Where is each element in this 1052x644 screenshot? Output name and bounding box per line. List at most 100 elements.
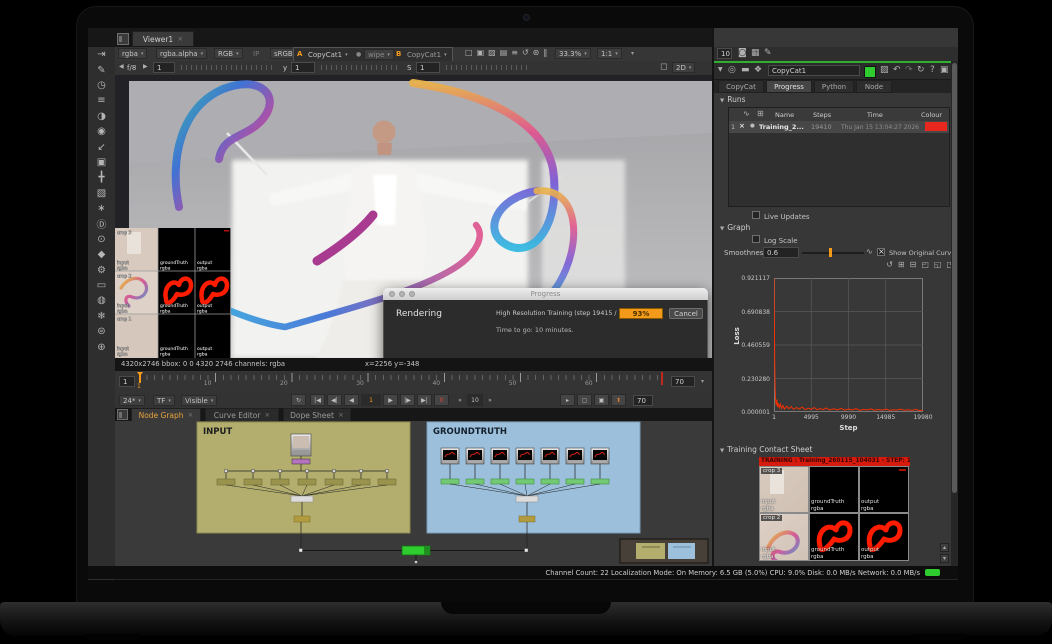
- live-updates-checkbox[interactable]: Live Updates: [752, 211, 810, 221]
- viewer-tool-icon-5[interactable]: ↺: [522, 49, 529, 57]
- zoom-in-icon[interactable]: ⊞: [898, 261, 905, 269]
- sparkles-icon[interactable]: ❄: [88, 309, 115, 324]
- fps-dropdown[interactable]: 24*▾: [119, 395, 145, 406]
- tab-node[interactable]: Node: [856, 80, 892, 93]
- frame-y-icon[interactable]: ◱: [934, 261, 942, 269]
- contact-sheet-section-header[interactable]: ▼Training Contact Sheet: [720, 445, 812, 454]
- redo-icon[interactable]: ↷: [905, 66, 913, 75]
- decrement-button[interactable]: «: [455, 394, 465, 406]
- time-icon[interactable]: ◷: [88, 78, 115, 93]
- run-colour-swatch[interactable]: [925, 122, 947, 131]
- saturation-value[interactable]: 1: [416, 62, 440, 73]
- gain-slider[interactable]: [181, 65, 276, 70]
- smoothness-field[interactable]: 0.6: [763, 247, 799, 258]
- log-scale-checkbox[interactable]: Log Scale: [752, 235, 798, 245]
- window-close-button[interactable]: [389, 291, 395, 297]
- max-panels-field[interactable]: 10: [717, 48, 732, 59]
- viewer-tool-icon-7[interactable]: ‖: [543, 49, 547, 57]
- runs-section-header[interactable]: ▼Runs: [720, 95, 746, 104]
- increment-button[interactable]: »: [485, 394, 495, 406]
- input-b-dropdown[interactable]: CopyCat1▾: [404, 49, 450, 60]
- reset-zoom-icon[interactable]: ↺: [886, 261, 893, 269]
- alpha-dropdown[interactable]: rgba.alpha▾: [156, 48, 207, 59]
- tab-python[interactable]: Python: [814, 80, 854, 93]
- proxy-dropdown[interactable]: 1:1▾: [597, 48, 622, 59]
- collapse-icon[interactable]: ▼: [718, 67, 723, 73]
- channel-icon[interactable]: ≡: [88, 93, 115, 108]
- current-frame-field[interactable]: 1: [361, 394, 381, 406]
- stop-button[interactable]: 0: [434, 394, 449, 406]
- tab-viewer1[interactable]: Viewer1 ×: [132, 31, 194, 46]
- viewer-tool-icon-0[interactable]: □: [465, 49, 473, 57]
- delete-run-icon[interactable]: ×: [739, 122, 745, 130]
- exposure-prev-button[interactable]: ◀: [119, 64, 124, 70]
- revert-icon[interactable]: ↻: [917, 66, 925, 75]
- help-icon[interactable]: ?: [930, 66, 935, 75]
- node-color-swatch[interactable]: [864, 66, 876, 78]
- deep-icon[interactable]: Ⓓ: [88, 216, 115, 231]
- node-graph-navigator[interactable]: [620, 539, 708, 563]
- zoom-out-icon[interactable]: ⊟: [910, 261, 917, 269]
- tab-node-graph[interactable]: Node Graph×: [131, 408, 201, 421]
- viewer-tool-icon-1[interactable]: ▣: [477, 49, 485, 57]
- lock-icon[interactable]: ◙: [738, 49, 747, 58]
- node-name-field[interactable]: CopyCat1: [768, 65, 860, 76]
- viewer-tool-icon-6[interactable]: ⊛: [533, 49, 540, 57]
- render-icon[interactable]: ⬆: [611, 394, 626, 406]
- table-row[interactable]: 1 × ● Training_2... 19410 Thu Jan 15 13:…: [729, 121, 949, 133]
- viewer-canvas[interactable]: crop 3 inputrgba groundTruthrgba outputr…: [115, 75, 712, 358]
- progress-dialog-titlebar[interactable]: Progress: [383, 288, 708, 300]
- playback-mode-button[interactable]: ↻: [291, 394, 306, 406]
- step-back-button[interactable]: ◀: [344, 394, 359, 406]
- viewer-tool-icon-2[interactable]: ▨: [488, 49, 496, 57]
- viewer-tool-icon-3[interactable]: ▤: [500, 49, 508, 57]
- last-frame-field[interactable]: 70: [633, 395, 653, 406]
- metadata-icon[interactable]: ◆: [88, 247, 115, 262]
- run-visibility-dot[interactable]: ●: [750, 123, 755, 129]
- prev-keyframe-button[interactable]: ◀|: [327, 394, 342, 406]
- minimize-icon[interactable]: ▬: [741, 66, 750, 75]
- image-icon[interactable]: ⇥: [88, 47, 115, 62]
- groundtruth-out-node[interactable]: [519, 516, 535, 522]
- smoothness-slider[interactable]: [802, 252, 864, 254]
- particles-icon[interactable]: ∗: [88, 201, 115, 216]
- wipe-dropdown[interactable]: wipe▾: [364, 49, 394, 60]
- display-dropdown[interactable]: RGB▾: [214, 48, 243, 59]
- gamma-value[interactable]: 1: [291, 62, 315, 73]
- viewer-tool-icon-4[interactable]: ≡: [511, 49, 518, 57]
- draw-icon[interactable]: ✎: [88, 62, 115, 77]
- flipbook-icon[interactable]: ▸: [560, 394, 575, 406]
- color-icon[interactable]: ◑: [88, 109, 115, 124]
- scrollbar-track[interactable]: [951, 61, 958, 566]
- frame-x-icon[interactable]: ◰: [921, 261, 929, 269]
- curve-button[interactable]: ∿: [866, 248, 873, 256]
- ip-toggle[interactable]: IP: [253, 50, 259, 58]
- groundtruth-append-node[interactable]: [516, 496, 538, 502]
- grid-column-icon[interactable]: ⊞: [757, 110, 764, 118]
- lock-range-icon[interactable]: ▣: [594, 394, 609, 406]
- input-out-node[interactable]: [294, 516, 310, 522]
- merge-icon[interactable]: ▣: [88, 155, 115, 170]
- center-icon[interactable]: ◎: [728, 66, 736, 75]
- smoothness-handle[interactable]: [829, 248, 832, 257]
- tab-copycat[interactable]: CopyCat: [718, 80, 764, 93]
- timeline-out-field[interactable]: 70: [671, 376, 695, 387]
- input-a-dropdown[interactable]: CopyCat1▾: [305, 49, 351, 60]
- zoom-dropdown[interactable]: 33.3%▾: [555, 48, 591, 59]
- node-graph-canvas[interactable]: INPUT GROUNDTRUTH: [115, 421, 712, 566]
- chevron-down-icon[interactable]: ▾: [701, 378, 704, 385]
- close-icon[interactable]: ×: [177, 35, 183, 43]
- filter-icon[interactable]: ◉: [88, 124, 115, 139]
- pane-menu-icon[interactable]: [117, 409, 128, 420]
- globe-icon[interactable]: ⊕: [88, 339, 115, 354]
- float-icon[interactable]: ▣: [940, 66, 949, 75]
- frame-increment-field[interactable]: 10: [467, 394, 483, 406]
- views-dropdown[interactable]: Visible▾: [181, 395, 217, 406]
- goto-start-button[interactable]: |◀: [310, 394, 325, 406]
- step-forward-button[interactable]: ▶: [383, 394, 398, 406]
- chevron-down-icon[interactable]: ▾: [631, 50, 634, 57]
- pane-menu-icon[interactable]: [117, 33, 129, 45]
- show-original-checkbox[interactable]: [877, 248, 885, 258]
- tab-curve-editor[interactable]: Curve Editor×: [205, 408, 279, 421]
- tab-progress[interactable]: Progress: [766, 80, 812, 93]
